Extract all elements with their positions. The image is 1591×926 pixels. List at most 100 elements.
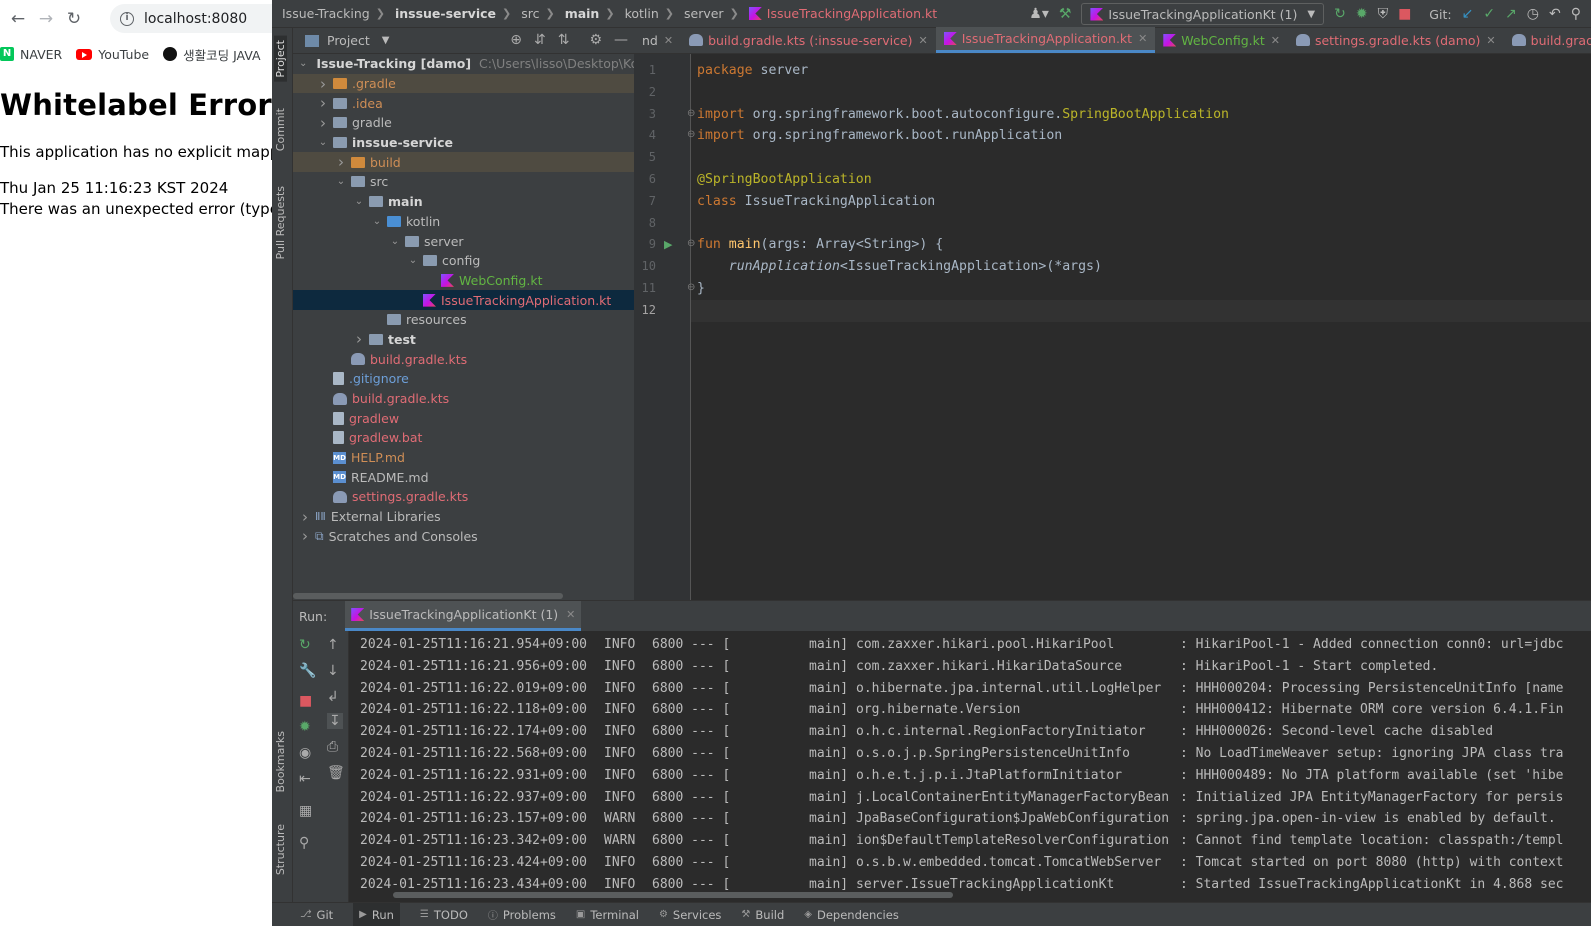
code-area[interactable]: package server import org.springframework… <box>691 54 1591 600</box>
camera-icon[interactable]: ◉ <box>299 745 311 761</box>
collapse-all-icon[interactable]: ⇅ <box>558 32 570 48</box>
run-config-select[interactable]: IssueTrackingApplicationKt (1) ▼ <box>1081 3 1325 25</box>
bottom-tab-git[interactable]: ⎇ Git <box>300 908 333 922</box>
chevron-down-icon[interactable]: ⌄ <box>371 216 383 227</box>
close-icon[interactable]: ✕ <box>664 34 673 47</box>
bookmark-naver[interactable]: N NAVER <box>0 47 62 62</box>
bottom-tab-terminal[interactable]: ▣ Terminal <box>576 908 639 922</box>
wrench-icon[interactable]: 🔧 <box>299 663 316 679</box>
side-tab-bookmarks[interactable]: Bookmarks <box>274 731 287 792</box>
address-bar-url[interactable]: localhost:8080 <box>144 11 247 27</box>
rerun-icon[interactable]: ↻ <box>1334 6 1346 22</box>
reload-icon[interactable]: ↻ <box>60 5 88 33</box>
tree-item[interactable]: › .idea <box>293 93 634 113</box>
search-icon[interactable]: ⚲ <box>1571 6 1581 22</box>
side-tab-project[interactable]: Project <box>274 36 287 82</box>
close-icon[interactable]: ✕ <box>566 608 575 621</box>
chevron-right-icon[interactable]: › <box>335 153 347 171</box>
chevron-right-icon[interactable]: › <box>299 527 311 545</box>
tree-item[interactable]: .gitignore <box>293 369 634 389</box>
hide-icon[interactable]: — <box>614 32 628 48</box>
editor-tab[interactable]: settings.gradle.kts (damo) ✕ <box>1288 27 1504 53</box>
editor-tab[interactable]: build.gradle.kts (:inssue-service) ✕ <box>681 27 936 53</box>
hammer-icon[interactable]: ⚒ <box>1059 6 1072 22</box>
chevron-right-icon[interactable]: › <box>299 508 311 526</box>
debug-icon[interactable]: ✹ <box>299 719 311 735</box>
stop-icon[interactable]: ■ <box>299 693 312 709</box>
breadcrumb-item[interactable]: src ❯ <box>511 6 554 21</box>
tree-item[interactable]: › ⧉ Scratches and Consoles <box>293 527 634 547</box>
git-update-icon[interactable]: ↙ <box>1462 6 1474 22</box>
chevron-right-icon[interactable]: › <box>317 75 329 93</box>
arrow-up-icon[interactable]: ↑ <box>327 637 339 653</box>
console-output[interactable]: 2024-01-25T11:16:21.954+09:00 INFO 6800 --… <box>360 631 1591 903</box>
tree-item[interactable]: ⌄ server <box>293 231 634 251</box>
tree-item[interactable]: MD HELP.md <box>293 448 634 468</box>
run-tab[interactable]: IssueTrackingApplicationKt (1) ✕ <box>345 601 582 631</box>
scroll-to-end-icon[interactable]: ↧ <box>327 713 343 729</box>
fold-icon[interactable]: ⊖ <box>687 238 695 249</box>
close-icon[interactable]: ✕ <box>1138 32 1147 45</box>
side-tab-pull-requests[interactable]: Pull Requests <box>274 186 287 259</box>
side-tab-structure[interactable]: Structure <box>274 824 287 875</box>
fold-icon[interactable]: ⊖ <box>687 108 695 119</box>
project-panel-title[interactable]: Project <box>327 33 370 48</box>
tree-item[interactable]: › .gradle <box>293 73 634 94</box>
user-icon[interactable]: ♟▾ <box>1029 6 1049 22</box>
fold-icon[interactable]: ⊖ <box>687 282 695 293</box>
arrow-down-icon[interactable]: ↓ <box>327 663 339 679</box>
chevron-down-icon[interactable]: ⌄ <box>407 255 419 266</box>
tree-item[interactable]: ⌄ inssue-service <box>293 133 634 153</box>
tree-item[interactable]: ⌄ Issue-Tracking [damo] C:\Users\lisso\Des… <box>293 54 662 74</box>
chevron-down-icon[interactable]: ⌄ <box>335 176 347 187</box>
bottom-tab-services[interactable]: ⚙ Services <box>659 908 721 922</box>
fold-icon[interactable]: ⊖ <box>687 129 695 140</box>
print-icon[interactable]: ⎙ <box>327 739 338 755</box>
console-horizontal-scrollbar[interactable] <box>393 892 953 898</box>
git-commit-icon[interactable]: ✓ <box>1483 6 1495 22</box>
site-info-icon[interactable]: i <box>120 11 134 26</box>
tree-item[interactable]: gradlew.bat <box>293 428 634 448</box>
tree-item[interactable]: build.gradle.kts <box>293 349 634 369</box>
chevron-down-icon[interactable]: ⌄ <box>299 58 307 69</box>
bottom-tab-problems[interactable]: ⓘ Problems <box>488 907 556 923</box>
locate-icon[interactable]: ⊕ <box>510 32 522 48</box>
side-tab-commit[interactable]: Commit <box>274 108 287 151</box>
bottom-tab-todo[interactable]: ☰ TODO <box>420 908 468 922</box>
pin-icon[interactable]: ⚲ <box>299 835 309 851</box>
tree-item[interactable]: › test <box>293 330 634 350</box>
tree-item[interactable]: settings.gradle.kts <box>293 487 634 507</box>
tree-item[interactable]: ⌄ src <box>293 172 634 192</box>
tree-item[interactable]: WebConfig.kt <box>293 271 634 291</box>
tree-item[interactable]: › build <box>293 152 634 173</box>
tree-item[interactable]: MD README.md <box>293 467 634 487</box>
breadcrumb-item[interactable]: inssue-service ❯ <box>385 6 511 21</box>
horizontal-scrollbar[interactable] <box>293 593 563 599</box>
tree-item[interactable]: resources <box>293 310 634 330</box>
tree-item[interactable]: › gradle <box>293 113 634 133</box>
exit-icon[interactable]: ⇤ <box>299 771 311 787</box>
close-icon[interactable]: ✕ <box>919 34 928 47</box>
bottom-tab-run[interactable]: ▶ Run <box>353 902 400 926</box>
tree-item[interactable]: › ⅡⅡ External Libraries <box>293 507 634 527</box>
chevron-down-icon[interactable]: ▼ <box>382 35 390 46</box>
tree-item[interactable]: ⌄ kotlin <box>293 212 634 232</box>
expand-all-icon[interactable]: ⇵ <box>534 32 546 48</box>
close-icon[interactable]: ✕ <box>1486 34 1495 47</box>
back-arrow-icon[interactable]: ← <box>4 5 32 33</box>
trash-icon[interactable]: 🗑 <box>327 765 345 781</box>
coverage-icon[interactable]: ⛨ <box>1378 6 1389 22</box>
bookmark-java[interactable]: 생활코딩 JAVA <box>163 45 261 64</box>
run-gutter-icon[interactable]: ▶ <box>664 238 672 251</box>
editor-tab[interactable]: WebConfig.kt ✕ <box>1155 27 1288 53</box>
bookmark-youtube[interactable]: YouTube <box>76 47 149 62</box>
history-icon[interactable]: ◷ <box>1527 6 1539 22</box>
tree-item[interactable]: ⌄ config <box>293 251 634 271</box>
forward-arrow-icon[interactable]: → <box>32 5 60 33</box>
debug-icon[interactable]: ✹ <box>1356 6 1368 22</box>
editor-tab[interactable]: build.gradle.kts (damo)✕ <box>1504 27 1591 53</box>
breadcrumb-item[interactable]: server ❯ <box>674 6 739 21</box>
rerun-icon[interactable]: ↻ <box>299 637 311 653</box>
layout-icon[interactable]: ▦ <box>299 803 312 819</box>
editor-tab[interactable]: IssueTrackingApplication.kt ✕ <box>935 27 1156 53</box>
